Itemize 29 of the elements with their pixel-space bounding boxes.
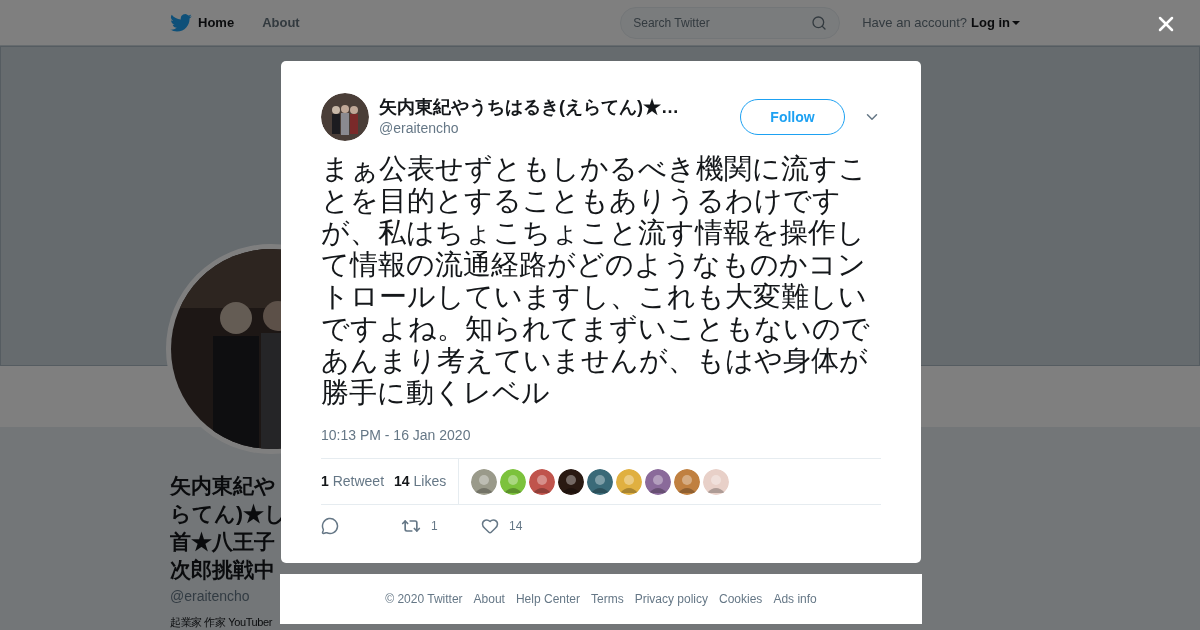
search-field[interactable]: Search Twitter: [620, 6, 841, 39]
action-count: 1: [431, 518, 438, 535]
heart-icon[interactable]: [481, 517, 499, 535]
account-prompt: Have an account?: [862, 13, 967, 32]
tweet-timestamp: 10:13 PM - 16 Jan 2020: [321, 426, 472, 445]
stat-count[interactable]: 1 Retweet: [321, 471, 385, 492]
author-handle[interactable]: @eraitencho: [379, 117, 740, 139]
footer-link[interactable]: Privacy policy: [634, 590, 708, 608]
action-count: 14: [509, 518, 523, 535]
search-icon[interactable]: [811, 14, 828, 31]
stat-count[interactable]: 14 Likes: [394, 471, 447, 492]
footer-link[interactable]: © 2020 Twitter: [385, 590, 463, 608]
profile-name: 次郎挑戦中: [170, 557, 275, 583]
profile-name: 矢内東紀や: [170, 473, 276, 499]
nav-link[interactable]: Home: [198, 12, 235, 33]
profile-handle: @eraitencho: [170, 587, 250, 606]
footer-link[interactable]: About: [473, 590, 505, 608]
nav-link[interactable]: About: [262, 12, 300, 33]
profile-bio: 起業家 作家 YouTuber: [170, 615, 272, 629]
reply-icon[interactable]: [321, 517, 339, 535]
tweet-text: まぁ公表せずともしかるべき機関に流すことを目的とすることもありうるわけですが、私はちょこちょこと流す情報を操作して情報の流通経路がどのようなものかコントロールしていますし、これも大変難しいですよね。知られてまずいこともないのであんまり考えていませんが、もはや身体が勝手に動くレベル: [321, 153, 871, 409]
author-name[interactable]: 矢内東紀やうちはるき(えらてん)★…: [379, 95, 740, 118]
footer-link[interactable]: Terms: [591, 590, 624, 608]
footer-link[interactable]: Cookies: [719, 590, 763, 608]
profile-name: 首★八王子: [170, 529, 275, 555]
login-link[interactable]: Log in: [971, 12, 1020, 33]
footer-link[interactable]: Ads info: [773, 590, 817, 608]
profile-name: らてん)★し: [170, 501, 286, 527]
footer-link[interactable]: Help Center: [515, 590, 580, 608]
